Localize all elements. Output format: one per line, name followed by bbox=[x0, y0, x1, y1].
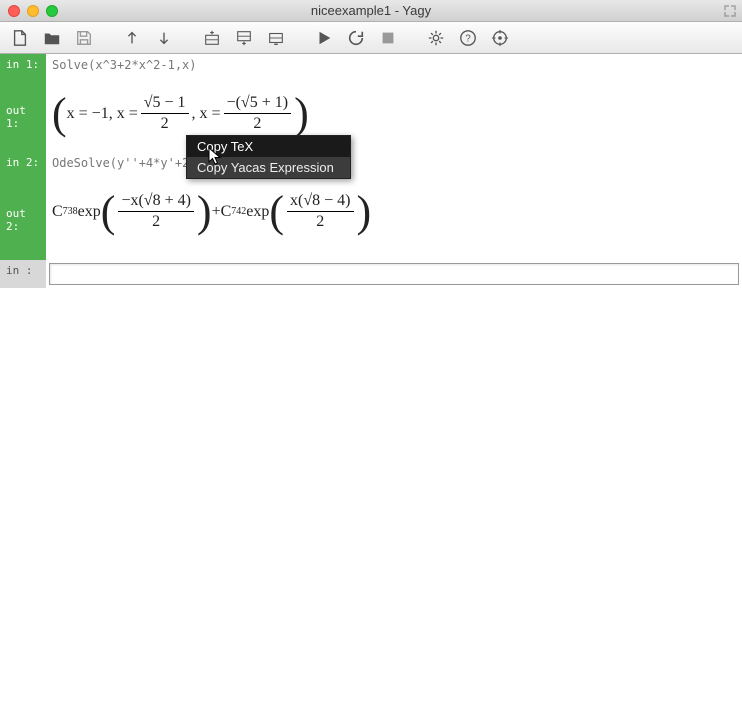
rparen-icon: ) bbox=[357, 192, 372, 232]
notebook-area: in 1: Solve(x^3+2*x^2-1,x) out 1: ( x = … bbox=[0, 54, 742, 288]
gutter-label: out 2: bbox=[0, 180, 46, 260]
lparen-icon: ( bbox=[52, 94, 67, 134]
rparen-icon: ) bbox=[294, 94, 309, 134]
help-button[interactable]: ? bbox=[454, 25, 482, 51]
gutter-label: in 2: bbox=[0, 152, 46, 180]
insert-row-below-button[interactable] bbox=[230, 25, 258, 51]
arrow-up-button[interactable] bbox=[118, 25, 146, 51]
close-icon[interactable] bbox=[8, 5, 20, 17]
fraction: −(√5 + 1) 2 bbox=[224, 94, 291, 133]
subscript: 742 bbox=[231, 206, 246, 217]
math-text: x = −1, x = bbox=[67, 105, 138, 123]
gutter-label: in : bbox=[0, 260, 46, 288]
minimize-icon[interactable] bbox=[27, 5, 39, 17]
math-text: exp bbox=[246, 203, 269, 221]
menu-item-copy-yacas[interactable]: Copy Yacas Expression bbox=[187, 157, 350, 178]
cell-input bbox=[46, 260, 742, 288]
svg-text:?: ? bbox=[465, 33, 471, 44]
gutter-label: in 1: bbox=[0, 54, 46, 82]
math-text: exp bbox=[78, 203, 101, 221]
cell-in-empty: in : bbox=[0, 260, 742, 288]
fraction: √5 − 1 2 bbox=[141, 94, 189, 133]
lparen-icon: ( bbox=[269, 192, 284, 232]
settings-button[interactable] bbox=[422, 25, 450, 51]
open-file-button[interactable] bbox=[38, 25, 66, 51]
cell-out-1: out 1: ( x = −1, x = √5 − 1 2 , x = −(√5… bbox=[0, 82, 742, 152]
arrow-down-button[interactable] bbox=[150, 25, 178, 51]
math-text: C bbox=[221, 203, 232, 221]
menu-item-copy-tex[interactable]: Copy TeX bbox=[187, 136, 350, 157]
cell-output[interactable]: C738 exp ( −x(√8 + 4) 2 ) + C742 exp ( x… bbox=[46, 180, 742, 260]
reload-button[interactable] bbox=[342, 25, 370, 51]
save-button[interactable] bbox=[70, 25, 98, 51]
window-title: niceexample1 - Yagy bbox=[311, 3, 431, 18]
fraction: −x(√8 + 4) 2 bbox=[118, 192, 193, 231]
cell-code[interactable]: Solve(x^3+2*x^2-1,x) bbox=[46, 54, 742, 82]
code-input[interactable] bbox=[49, 263, 739, 285]
rparen-icon: ) bbox=[197, 192, 212, 232]
cell-out-2: out 2: C738 exp ( −x(√8 + 4) 2 ) + C742 … bbox=[0, 180, 742, 260]
gutter-label: out 1: bbox=[0, 82, 46, 152]
context-menu: Copy TeX Copy Yacas Expression bbox=[186, 135, 351, 179]
math-text: + bbox=[212, 203, 221, 221]
cell-in-1: in 1: Solve(x^3+2*x^2-1,x) bbox=[0, 54, 742, 82]
run-button[interactable] bbox=[310, 25, 338, 51]
fraction: x(√8 − 4) 2 bbox=[287, 192, 353, 231]
new-file-button[interactable] bbox=[6, 25, 34, 51]
titlebar: niceexample1 - Yagy bbox=[0, 0, 742, 22]
target-button[interactable] bbox=[486, 25, 514, 51]
cell-code[interactable]: OdeSolve(y''+4*y'+2*y==0) bbox=[46, 152, 742, 180]
stop-button[interactable] bbox=[374, 25, 402, 51]
window-controls bbox=[8, 5, 58, 17]
cell-output[interactable]: ( x = −1, x = √5 − 1 2 , x = −(√5 + 1) 2… bbox=[46, 82, 742, 152]
cell-in-2: in 2: OdeSolve(y''+4*y'+2*y==0) bbox=[0, 152, 742, 180]
math-text: C bbox=[52, 203, 63, 221]
zoom-icon[interactable] bbox=[46, 5, 58, 17]
insert-row-above-button[interactable] bbox=[198, 25, 226, 51]
math-text: , x = bbox=[192, 105, 221, 123]
fullscreen-icon[interactable] bbox=[724, 5, 736, 17]
lparen-icon: ( bbox=[101, 192, 116, 232]
subscript: 738 bbox=[63, 206, 78, 217]
delete-row-button[interactable] bbox=[262, 25, 290, 51]
toolbar: ? bbox=[0, 22, 742, 54]
